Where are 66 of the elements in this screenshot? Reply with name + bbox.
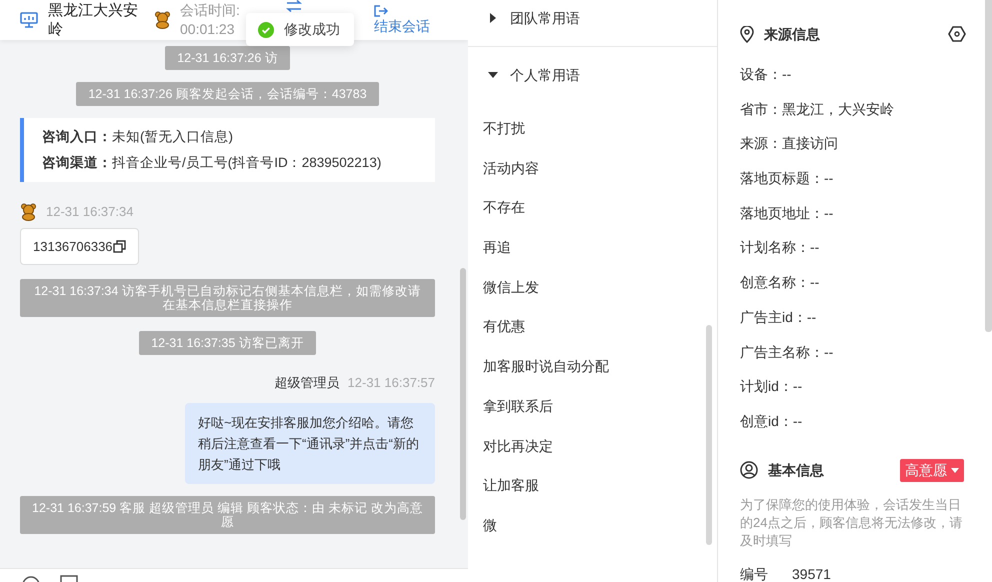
phrase-item[interactable]: 让加客服 <box>468 466 554 506</box>
session-time: 00:01:23 <box>180 20 236 39</box>
end-session-button[interactable]: 结束会话 <box>374 5 430 35</box>
session-time-label: 会话时间: <box>180 1 240 20</box>
phrase-group-header[interactable]: 个人常用语 <box>468 57 717 93</box>
info-row-text: 来源：直接访问 <box>740 135 838 152</box>
system-message: 12-31 16:37:35 访客已离开 <box>139 331 316 355</box>
section-title: 基本信息 <box>768 460 824 480</box>
field-value: 39571 <box>792 564 831 582</box>
scrollbar[interactable] <box>460 268 466 520</box>
info-row-text: 广告主名称：-- <box>740 344 834 360</box>
info-row-text: 创意名称：-- <box>740 274 820 290</box>
scrollbar[interactable] <box>985 0 992 332</box>
emoji-icon <box>22 575 40 582</box>
system-message: 12-31 16:37:26 顾客发起会话，会话编号：43783 <box>76 82 379 106</box>
agent-name: 超级管理员 <box>274 374 340 392</box>
monitor-icon <box>20 12 38 28</box>
transfer-icon <box>286 0 302 12</box>
toast-text: 修改成功 <box>284 20 340 39</box>
info-row-text: 省市：黑龙江，大兴安岭 <box>740 100 894 117</box>
bear-avatar-icon <box>20 202 38 221</box>
check-circle-icon <box>258 22 274 38</box>
system-message: 12-31 16:37:59 客服 超级管理员 编辑 顾客状态：由 未标记 改为高意愿 <box>20 496 435 534</box>
copy-icon <box>112 240 126 253</box>
info-row-text: 广告主id：-- <box>740 308 816 325</box>
phrase-item[interactable]: 有优惠 <box>468 307 540 348</box>
info-row-text: 计划id：-- <box>740 378 802 394</box>
phrase-item[interactable]: 不存在 <box>468 188 540 228</box>
location-text: 黑龙江大兴安岭 <box>48 1 139 39</box>
phrase-item[interactable]: 微信上发 <box>468 268 554 308</box>
info-row-text: 创意id：-- <box>740 412 802 429</box>
image-icon <box>60 575 78 582</box>
system-message: 12-31 16:37:26 访 <box>165 46 290 70</box>
info-row-text: 计划名称：-- <box>740 239 820 256</box>
system-message: 12-31 16:37:34 访客手机号已自动标记右侧基本信息栏，如需修改请在基本信息栏直接操作 <box>20 279 435 317</box>
info-row-text: 落地页标题：-- <box>740 170 834 186</box>
phrase-item[interactable]: 再追 <box>468 228 526 268</box>
phrase-item[interactable]: 不打扰 <box>468 109 540 149</box>
field-label: 编号 <box>740 564 768 582</box>
exit-icon <box>374 5 388 17</box>
phrase-item[interactable]: 微 <box>468 506 512 546</box>
user-circle-icon <box>740 461 758 480</box>
message-bubble: 好哒~现在安排客服加您介绍哈。请您稍后注意查看一下“通讯录”并点击“新的朋友”通过下哦 <box>185 402 435 484</box>
phrase-item[interactable]: 对比再决定 <box>468 426 568 466</box>
hexagon-icon <box>948 26 966 42</box>
info-value: 未知(暂无入口信息) <box>112 129 233 144</box>
info-row-text: 设备：-- <box>740 66 792 82</box>
info-label: 咨询入口： <box>42 129 112 144</box>
info-row-text: 落地页地址：-- <box>740 204 834 221</box>
phrase-item[interactable]: 加客服时说自动分配 <box>468 347 624 387</box>
status-tag-dropdown[interactable]: 高意愿 <box>900 458 964 482</box>
caret-down-icon <box>951 468 959 473</box>
scrollbar[interactable] <box>706 325 712 545</box>
info-label: 咨询渠道： <box>42 155 112 170</box>
notice-text: 为了保障您的使用体验，会话发生当日的24点之后，顾客信息将无法修改，请及时填写 <box>740 496 964 550</box>
section-title: 来源信息 <box>764 24 820 44</box>
phone-number: 13136706336 <box>33 238 113 256</box>
phrase-group-header[interactable]: 团队常用语 <box>468 0 717 36</box>
phrase-item[interactable]: 拿到联系后 <box>468 386 568 426</box>
info-value: 抖音企业号/员工号(抖音号ID：2839502213) <box>112 155 382 170</box>
transfer-button[interactable] <box>286 0 302 12</box>
bear-avatar-icon <box>154 11 172 29</box>
message-time: 12-31 16:37:34 <box>46 203 134 221</box>
phrase-item[interactable]: 活动内容 <box>468 148 554 188</box>
message-time: 12-31 16:37:57 <box>348 374 435 392</box>
location-pin-icon <box>740 26 754 42</box>
